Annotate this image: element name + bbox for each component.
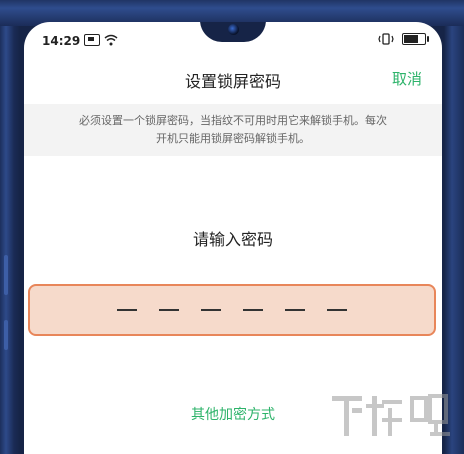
page-title: 设置锁屏密码 — [184, 72, 281, 91]
battery-fill — [404, 35, 418, 43]
password-digit-slot — [159, 309, 179, 311]
vibrate-icon — [378, 33, 394, 45]
cancel-button[interactable]: 取消 — [392, 68, 422, 89]
password-digit-slot — [327, 309, 347, 311]
phone-photo: 14:29 设置锁屏密码 取消 必须设置一个锁屏密码，当指纹不可用时用它来解锁手… — [0, 0, 464, 454]
battery-icon — [402, 33, 429, 45]
password-input[interactable] — [28, 284, 436, 336]
status-left-icons — [84, 34, 118, 46]
title-bar: 设置锁屏密码 取消 — [24, 62, 442, 106]
status-bar: 14:29 — [24, 22, 442, 62]
password-digit-slot — [243, 309, 263, 311]
notice-line-1: 必须设置一个锁屏密码，当指纹不可用时用它来解锁手机。每次 — [79, 114, 387, 127]
password-digit-slot — [201, 309, 221, 311]
wifi-icon — [104, 34, 118, 46]
lock-password-notice: 必须设置一个锁屏密码，当指纹不可用时用它来解锁手机。每次 开机只能用锁屏密码解锁… — [24, 104, 442, 156]
status-right-icons — [378, 33, 429, 45]
sim-card-icon — [84, 34, 100, 46]
watermark-logo — [332, 394, 450, 436]
password-digit-slot — [285, 309, 305, 311]
status-time: 14:29 — [42, 34, 81, 48]
password-digit-slot — [117, 309, 137, 311]
power-button — [4, 320, 8, 350]
notice-line-2: 开机只能用锁屏密码解锁手机。 — [156, 132, 310, 145]
password-prompt: 请输入密码 — [192, 230, 273, 249]
volume-button — [4, 255, 8, 295]
